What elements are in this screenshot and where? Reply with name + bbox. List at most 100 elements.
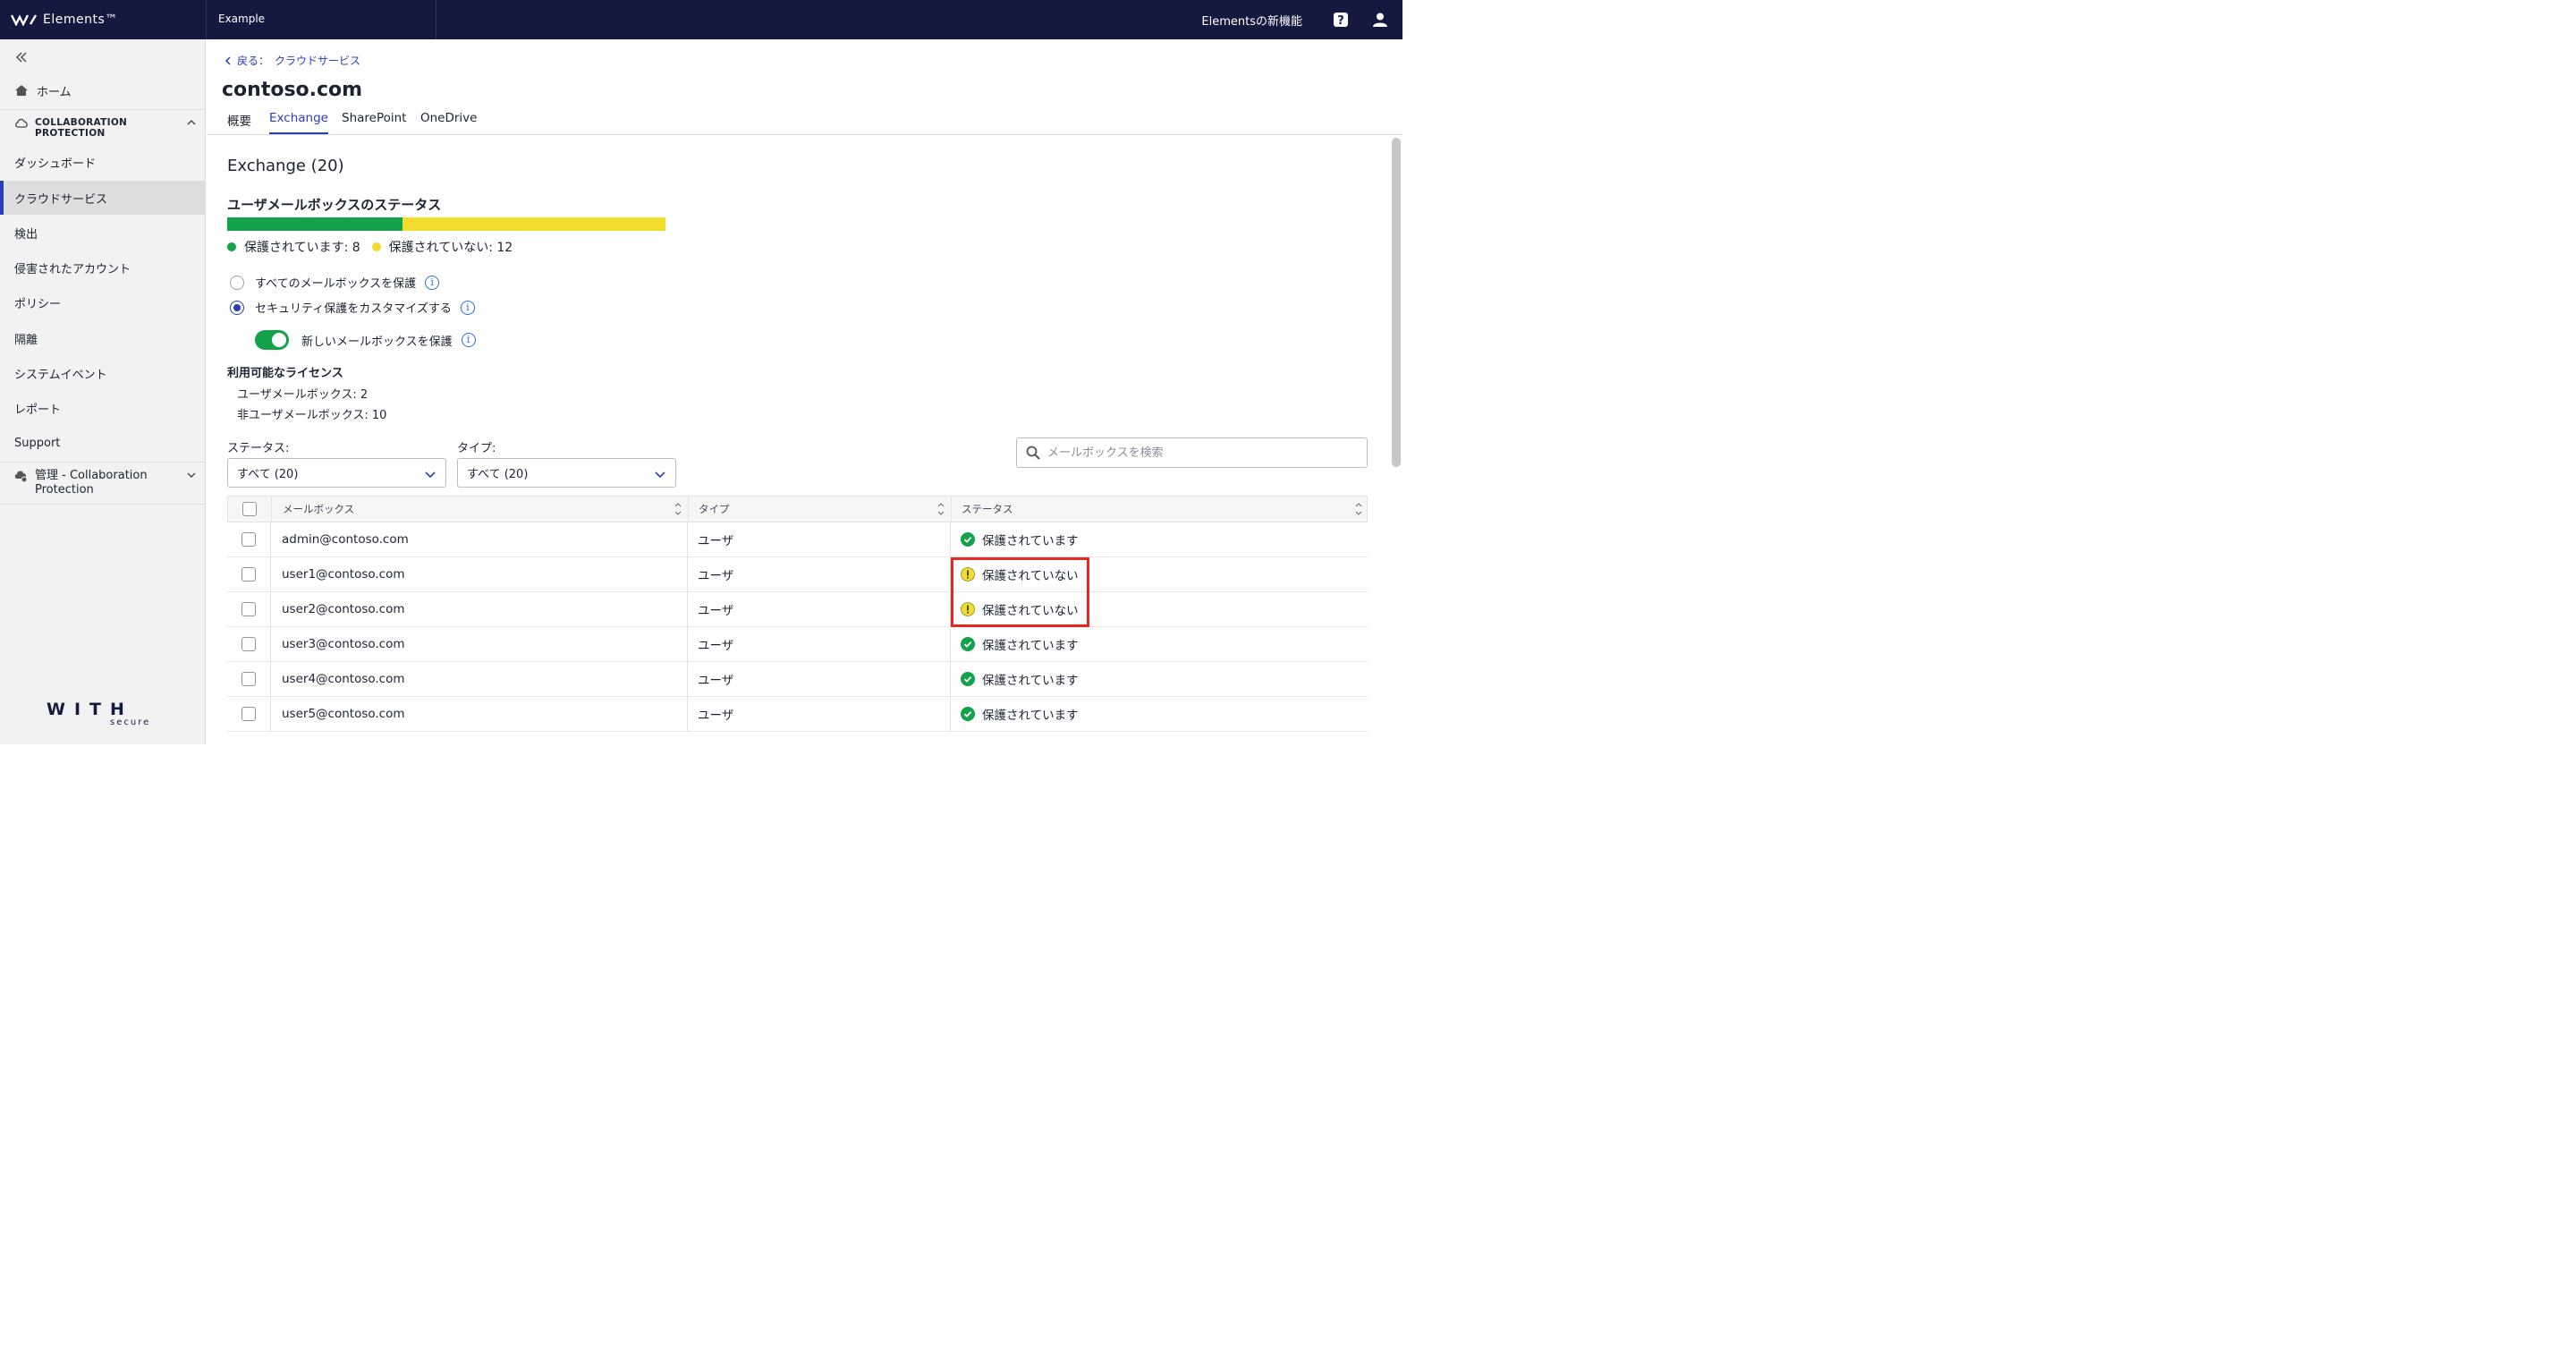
sidebar-item-support[interactable]: Support (0, 426, 206, 460)
column-separator (951, 497, 952, 522)
sidebar-item-compromised-accounts[interactable]: 侵害されたアカウント (0, 250, 206, 284)
mailbox-cell: user3@contoso.com (282, 637, 405, 651)
column-header-type[interactable]: タイプ (699, 497, 730, 522)
chevron-left-icon (225, 55, 231, 65)
sidebar-item-home[interactable]: ホーム (0, 73, 206, 107)
home-icon (15, 85, 28, 96)
user-icon[interactable] (1371, 11, 1389, 29)
mailbox-search[interactable] (1016, 437, 1368, 468)
sidebar-item-system-events[interactable]: システムイベント (0, 356, 206, 390)
info-icon[interactable]: i (425, 275, 440, 290)
tab-overview[interactable]: 概要 (227, 111, 251, 134)
status-text: 保護されています (982, 534, 1079, 548)
column-separator (270, 697, 271, 731)
sidebar-item-label: ポリシー (14, 297, 62, 311)
sidebar-item-detections[interactable]: 検出 (0, 216, 206, 250)
option-label: すべてのメールボックスを保護 (255, 277, 417, 291)
column-separator (687, 627, 688, 661)
row-checkbox[interactable] (242, 602, 256, 616)
toggle-label: 新しいメールボックスを保護 (301, 335, 453, 349)
vertical-scrollbar[interactable] (1392, 138, 1401, 467)
table-row[interactable]: user4@contoso.com ユーザ 保護されています (227, 662, 1368, 697)
section-title: Protection (35, 483, 94, 497)
info-icon[interactable]: i (461, 333, 476, 347)
type-filter-label: タイプ: (457, 442, 496, 455)
protect-new-mailboxes-toggle[interactable] (255, 330, 289, 350)
status-text: 保護されています (982, 709, 1079, 723)
table-header: メールボックス タイプ ステータス (227, 496, 1368, 522)
sidebar-item-cloud-services[interactable]: クラウドサービス (0, 181, 206, 215)
column-separator (687, 697, 688, 731)
status-cell: 保護されていない (961, 592, 1079, 626)
section-title: PROTECTION (35, 128, 106, 139)
topbar-divider (206, 0, 207, 39)
protect-new-mailboxes-row: 新しいメールボックスを保護 i (255, 330, 476, 350)
column-separator (270, 662, 271, 696)
status-filter-label: ステータス: (227, 442, 290, 455)
sidebar-item-quarantine[interactable]: 隔離 (0, 321, 206, 355)
info-icon[interactable]: i (460, 300, 475, 315)
row-checkbox[interactable] (242, 567, 256, 582)
tab-onedrive[interactable]: OneDrive (420, 111, 477, 134)
table-row[interactable]: user3@contoso.com ユーザ 保護されています (227, 627, 1368, 662)
row-select-cell (242, 592, 256, 626)
license-nonuser-mailboxes: 非ユーザメールボックス: 10 (237, 409, 387, 422)
type-filter-select[interactable]: すべて (20) (457, 458, 676, 488)
mailbox-cell: admin@contoso.com (282, 532, 409, 547)
sidebar-section-admin[interactable]: 管理 - Collaboration Protection (0, 462, 206, 505)
row-checkbox[interactable] (242, 637, 256, 651)
whats-new-link[interactable]: Elementsの新機能 (1201, 12, 1302, 29)
row-checkbox[interactable] (242, 707, 256, 721)
row-select-cell (242, 697, 256, 731)
table-row[interactable]: user1@contoso.com ユーザ 保護されていない (227, 557, 1368, 592)
protected-segment (227, 217, 402, 231)
type-cell: ユーザ (698, 709, 734, 723)
tab-sharepoint[interactable]: SharePoint (342, 111, 406, 134)
column-separator (687, 522, 688, 556)
row-checkbox[interactable] (242, 672, 256, 686)
option-label: セキュリティ保護をカスタマイズする (255, 302, 452, 316)
table-row[interactable]: user5@contoso.com ユーザ 保護されています (227, 697, 1368, 732)
status-cell: 保護されています (961, 697, 1079, 731)
collapse-sidebar-icon[interactable] (14, 50, 29, 64)
radio-protect-all[interactable] (230, 275, 244, 290)
check-circle-icon (961, 672, 975, 686)
sidebar-item-label: ダッシュボード (14, 157, 97, 171)
column-separator (271, 497, 272, 522)
sidebar-item-dashboard[interactable]: ダッシュボード (0, 145, 206, 179)
sort-icon[interactable] (937, 501, 945, 517)
sidebar-item-label: システムイベント (14, 368, 107, 382)
brand-logo[interactable]: Elements™ (11, 10, 118, 30)
column-separator (950, 557, 951, 591)
back-link[interactable]: 戻る： クラウドサービス (225, 53, 360, 68)
sort-icon[interactable] (1355, 501, 1362, 517)
legend-unprotected: 保護されていない: 12 (388, 241, 513, 255)
option-protect-all[interactable]: すべてのメールボックスを保護 i (230, 274, 440, 291)
status-legend: 保護されています: 8 保護されていない: 12 (227, 238, 513, 256)
option-customize[interactable]: セキュリティ保護をカスタマイズする i (230, 299, 475, 316)
sidebar-item-policies[interactable]: ポリシー (0, 285, 206, 319)
mailbox-table: メールボックス タイプ ステータス admin@contoso.com ユーザ 保護… (227, 496, 1368, 732)
status-cell: 保護されていない (961, 557, 1079, 591)
tab-exchange[interactable]: Exchange (269, 111, 328, 134)
radio-customize[interactable] (230, 300, 244, 315)
tab-bar: 概要 Exchange SharePoint OneDrive (207, 109, 1402, 135)
org-name[interactable]: Example (218, 13, 265, 25)
table-row[interactable]: user2@contoso.com ユーザ 保護されていない (227, 592, 1368, 627)
table-row[interactable]: admin@contoso.com ユーザ 保護されています (227, 522, 1368, 557)
row-checkbox[interactable] (242, 532, 256, 547)
status-filter-select[interactable]: すべて (20) (227, 458, 446, 488)
sort-icon[interactable] (674, 501, 682, 517)
status-text: 保護されていない (982, 569, 1079, 583)
sidebar-item-reports[interactable]: レポート (0, 391, 206, 425)
search-input[interactable] (1047, 446, 1352, 460)
search-icon (1026, 446, 1040, 460)
row-select-cell (242, 662, 256, 696)
chevron-down-icon (187, 472, 196, 478)
column-header-status[interactable]: ステータス (962, 497, 1013, 522)
column-header-mailbox[interactable]: メールボックス (283, 497, 354, 522)
select-all-checkbox[interactable] (242, 502, 257, 516)
help-icon[interactable]: ? (1332, 11, 1350, 29)
sidebar-section-collab[interactable]: COLLABORATION PROTECTION (0, 109, 206, 143)
logo-wordmark: WITH (47, 700, 133, 719)
